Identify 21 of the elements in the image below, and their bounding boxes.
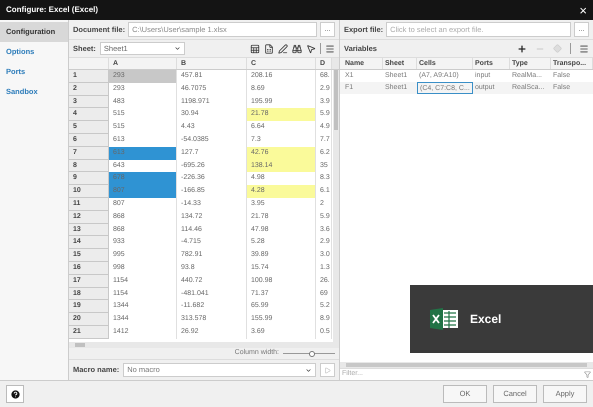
window-title: Configure: Excel (Excel) bbox=[6, 4, 98, 16]
spreadsheet-logo-icon bbox=[430, 308, 460, 330]
filter-icon[interactable] bbox=[584, 371, 591, 378]
pointer-icon[interactable] bbox=[306, 44, 316, 54]
add-icon[interactable] bbox=[517, 44, 527, 54]
menu-icon[interactable] bbox=[579, 44, 589, 54]
help-button[interactable] bbox=[6, 385, 24, 403]
horizontal-scrollbar[interactable] bbox=[340, 362, 593, 368]
close-button[interactable]: × bbox=[579, 4, 587, 16]
column-width-slider[interactable] bbox=[283, 350, 335, 357]
table-icon[interactable] bbox=[250, 44, 260, 54]
pen-icon[interactable] bbox=[278, 44, 288, 54]
horizontal-scrollbar[interactable] bbox=[69, 342, 339, 348]
play-icon bbox=[324, 366, 331, 374]
menu-icon[interactable] bbox=[325, 44, 335, 54]
caret-icon bbox=[174, 45, 181, 52]
binoculars-icon[interactable] bbox=[292, 44, 302, 54]
toast-text: Excel bbox=[470, 311, 502, 328]
caret-icon bbox=[305, 366, 312, 374]
spreadsheet-icon[interactable] bbox=[264, 44, 274, 54]
help-icon bbox=[10, 388, 20, 400]
